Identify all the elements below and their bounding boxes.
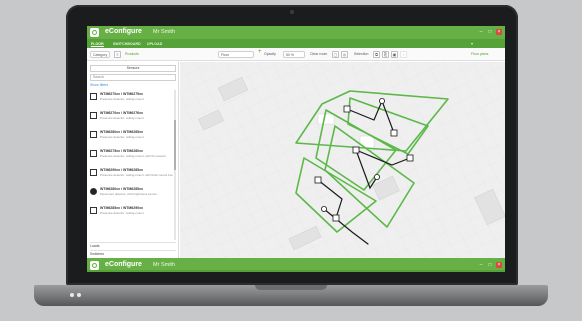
sensor-icon <box>90 150 97 157</box>
window-controls: – □ × <box>478 29 502 35</box>
project-name: Mr Smith <box>153 262 175 268</box>
minimize-button[interactable]: – <box>478 262 484 268</box>
clear-room-label: Clear room <box>310 52 328 56</box>
device-icon <box>390 129 398 137</box>
floor-plans-link[interactable]: Floor plans <box>471 52 488 56</box>
app-title: eConfigure <box>105 261 142 268</box>
sensor-icon <box>90 131 97 138</box>
show-filters-link[interactable]: Show filters <box>90 83 108 87</box>
opacity-select[interactable]: 50 % <box>283 51 305 58</box>
window-controls: – □ × <box>478 262 502 268</box>
delete-icon[interactable]: × <box>400 51 407 58</box>
tab-floor[interactable]: FLOOR <box>91 42 104 47</box>
category-select[interactable]: Sensors <box>90 65 176 72</box>
app-title: eConfigure <box>105 28 142 35</box>
copy-icon[interactable]: ⎘ <box>382 51 389 58</box>
close-button[interactable]: × <box>496 29 502 35</box>
lock-icon[interactable]: ▣ <box>391 51 398 58</box>
toolbar: Category ≡ Products Floor + Opacity 50 %… <box>87 48 505 61</box>
product-item[interactable]: WTM6285xx / WTM6290xx Presence detector, … <box>90 204 174 223</box>
maximize-button[interactable]: □ <box>487 262 493 268</box>
laptop-screen: eConfigure Mr Smith – □ × FLOOR SWITCHBO… <box>87 26 505 272</box>
main-tabs: FLOOR SWITCHBOARD UPLOAD ▾ <box>87 39 505 48</box>
products-link[interactable]: Products <box>125 52 139 56</box>
sensor-icon <box>90 112 97 119</box>
motion-sensor-icon <box>90 188 97 195</box>
product-item[interactable]: WTM6290xx / WTM6285xx Presence detector, … <box>90 166 174 185</box>
laptop-notch <box>255 285 327 290</box>
product-sidebar: Sensors Search Show filters WTM6270xx / … <box>87 62 179 258</box>
device-icon <box>332 214 340 222</box>
layer-select[interactable]: Floor <box>218 51 254 58</box>
indicator-light-icon <box>70 293 74 297</box>
main-tabs-duplicate <box>87 270 505 272</box>
device-icon <box>343 105 351 113</box>
app-logo-icon <box>90 28 99 37</box>
expand-icon[interactable]: ▾ <box>471 41 473 46</box>
project-name: Mr Smith <box>153 29 175 35</box>
laptop-base <box>34 285 548 306</box>
product-item[interactable]: WTM6275xx / WTM6280xx Presence detector, … <box>90 147 174 166</box>
tab-upload[interactable]: UPLOAD <box>147 42 162 46</box>
list-view-icon[interactable]: ≡ <box>114 51 121 58</box>
device-icon <box>406 154 414 162</box>
minimize-button[interactable]: – <box>478 29 484 35</box>
selection-label: Selection <box>354 52 369 56</box>
camera-icon <box>290 10 294 14</box>
opacity-label: Opacity <box>264 52 276 56</box>
tab-switchboard[interactable]: SWITCHBOARD <box>113 42 141 46</box>
app-logo-icon <box>90 261 99 270</box>
product-item[interactable]: WTM6270xx / WTM6275xx Presence detector, … <box>90 90 174 109</box>
loads-section[interactable]: Loads <box>90 242 176 249</box>
sidebar-scrollbar[interactable] <box>174 90 176 240</box>
search-input[interactable]: Search <box>90 74 176 81</box>
product-list: WTM6270xx / WTM6275xx Presence detector, … <box>90 90 174 223</box>
plus-icon[interactable]: + <box>258 49 262 55</box>
close-button[interactable]: × <box>496 262 502 268</box>
device-icon <box>352 146 360 154</box>
zoom-icon[interactable]: ◎ <box>341 51 348 58</box>
device-icon <box>314 176 322 184</box>
floor-plan-canvas[interactable] <box>180 62 505 258</box>
category-button[interactable]: Category <box>90 51 111 58</box>
product-item[interactable]: WTM6280xx / WTM6285xx Movement detector, … <box>90 185 174 204</box>
maximize-button[interactable]: □ <box>487 29 493 35</box>
switches-section[interactable]: Switches <box>90 250 176 257</box>
app-header: eConfigure Mr Smith – □ × <box>87 26 505 39</box>
device-icon <box>320 205 327 212</box>
product-item[interactable]: WTM6280xx / WTM6285xx Presence detector, … <box>90 128 174 147</box>
sensor-icon <box>90 169 97 176</box>
device-icon <box>378 98 385 105</box>
sensor-icon <box>90 93 97 100</box>
floor-plan-drawing[interactable] <box>180 62 505 258</box>
sensor-icon <box>90 207 97 214</box>
clear-room-icon[interactable]: ▢ <box>332 51 339 58</box>
indicator-light-icon <box>77 293 81 297</box>
product-item[interactable]: WTM6270xx / WTM6276xx Presence detector, … <box>90 109 174 128</box>
select-all-icon[interactable]: ⧉ <box>373 51 380 58</box>
device-icon <box>373 174 380 181</box>
